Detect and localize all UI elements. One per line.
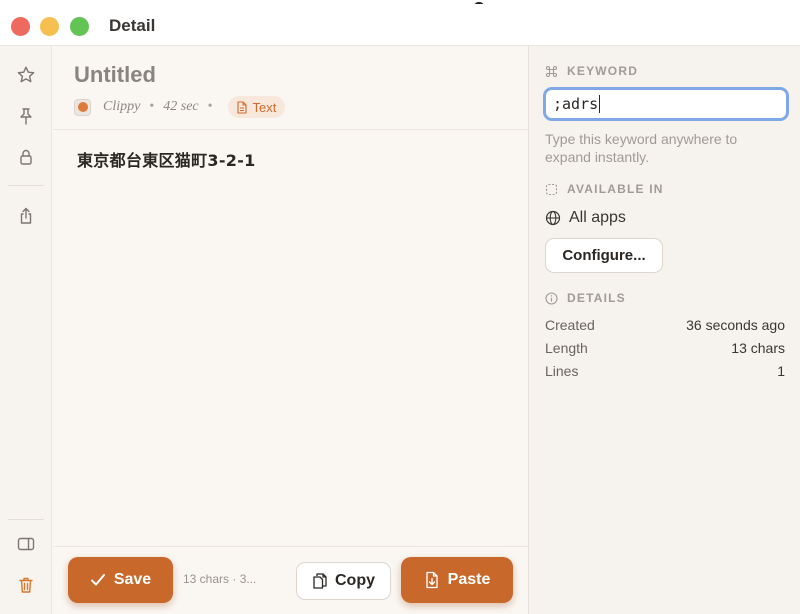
detail-value: 1 [777,363,785,379]
inspector-panel: KEYWORD ;adrs Type this keyword anywhere… [528,46,800,614]
maximize-window-button[interactable] [70,17,89,36]
share-button[interactable] [14,204,38,228]
keyword-heading: KEYWORD [567,64,639,78]
dashed-square-icon [545,183,558,195]
keyword-section-header: KEYWORD [545,64,638,78]
detail-row-created: Created 36 seconds ago [545,317,785,333]
footer-divider [53,546,528,547]
command-icon [545,65,558,77]
details-heading: DETAILS [567,291,626,305]
copy-label: Copy [335,572,375,589]
sidebar-toggle-button[interactable] [14,532,38,556]
available-section-header: AVAILABLE IN [545,182,664,196]
sidebar-toggle-icon [17,537,35,551]
globe-icon [545,210,561,226]
meta-separator: • [149,99,155,114]
clip-detail-main: Untitled Clippy • 42 sec • Text 東京都台東区猫町… [53,46,528,614]
keyword-input[interactable]: ;adrs [543,87,789,121]
window-title: Detail [109,16,156,35]
content-stats: 13 chars · 3... [183,572,257,586]
share-icon [20,207,32,224]
pin-button[interactable] [14,104,38,128]
rail-divider-bottom [8,519,44,520]
detail-label: Lines [545,363,579,379]
favorite-button[interactable] [14,63,38,87]
clip-age: 42 sec [163,99,199,114]
paste-button[interactable]: Paste [401,557,513,603]
copy-button[interactable]: Copy [296,562,391,600]
action-rail [0,46,52,614]
type-badge-label: Text [252,99,277,115]
lock-button[interactable] [14,145,38,169]
meta-separator: • [207,99,213,114]
configure-button[interactable]: Configure... [545,238,663,273]
detail-row-lines: Lines 1 [545,363,785,379]
clip-meta: Clippy • 42 sec • Text [74,96,286,118]
copy-icon [313,573,327,589]
info-icon [545,291,558,305]
text-caret [599,95,601,113]
detail-value: 13 chars [731,340,785,356]
paste-document-icon [425,571,438,589]
detail-label: Length [545,340,588,356]
lock-icon [20,149,32,165]
available-apps: All apps [545,209,626,227]
type-badge: Text [227,96,286,118]
clip-content[interactable]: 東京都台東区猫町3-2-1 [77,147,256,171]
keyword-value: ;adrs [553,95,599,113]
detail-window: Detail Untitled Clippy • 42 sec • Text 東… [0,0,800,614]
details-section-header: DETAILS [545,291,626,305]
rail-divider [8,185,44,186]
header-divider [53,129,528,130]
save-label: Save [113,571,152,588]
title-bar: Detail [0,0,800,46]
document-icon [236,100,247,114]
save-button[interactable]: Save [68,557,173,603]
pin-icon [20,108,32,125]
minimize-window-button[interactable] [40,17,59,36]
cursor-mark [475,2,483,6]
source-app-name: Clippy [103,99,141,114]
available-heading: AVAILABLE IN [567,182,664,196]
paste-label: Paste [447,571,491,588]
source-app-icon [74,98,91,116]
delete-button[interactable] [14,573,38,597]
detail-label: Created [545,317,595,333]
detail-value: 36 seconds ago [686,317,785,333]
trash-icon [19,577,33,593]
available-apps-value: All apps [569,209,626,226]
star-icon [17,66,35,83]
detail-row-length: Length 13 chars [545,340,785,356]
clip-title[interactable]: Untitled [74,62,156,88]
keyword-hint: Type this keyword anywhere to expand ins… [545,131,738,165]
checkmark-icon [90,574,105,586]
close-window-button[interactable] [11,17,30,36]
